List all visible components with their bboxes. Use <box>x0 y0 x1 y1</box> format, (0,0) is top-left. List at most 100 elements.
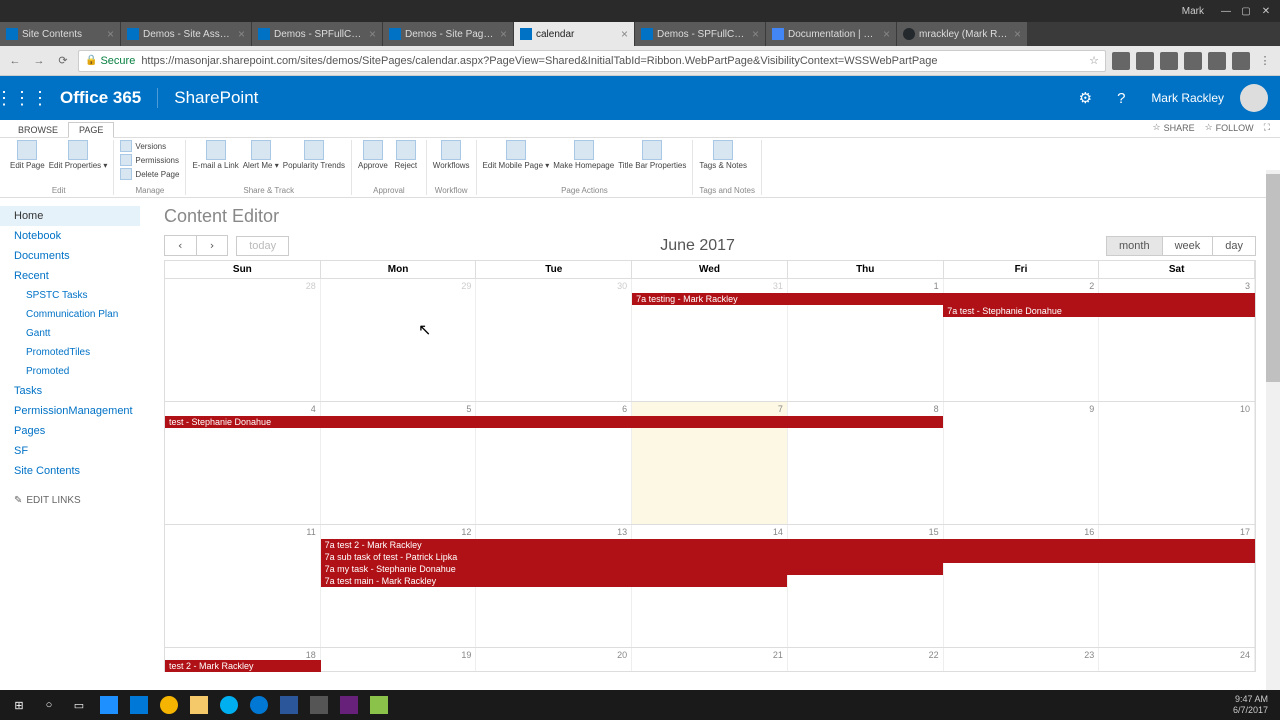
cal-next-button[interactable]: › <box>197 235 229 256</box>
event[interactable]: 7a sub task of test - Patrick Lipka <box>321 551 1255 563</box>
event[interactable]: 7a test 2 - Mark Rackley <box>321 539 1255 551</box>
reload-button[interactable]: ⟳ <box>54 52 72 70</box>
approve-button[interactable]: Approve <box>358 140 388 170</box>
extension-icon[interactable] <box>1136 52 1154 70</box>
delete-page-button[interactable]: Delete Page <box>120 168 179 181</box>
tab-site-pages[interactable]: Demos - Site Pages - Al× <box>383 22 513 46</box>
chrome-icon[interactable] <box>154 690 184 720</box>
follow-button[interactable]: ☆ FOLLOW <box>1205 122 1254 133</box>
extension-icon[interactable] <box>1232 52 1250 70</box>
nav-permission-mgmt[interactable]: PermissionManagement <box>0 401 140 421</box>
tab-site-contents[interactable]: Site Contents× <box>0 22 120 46</box>
reject-button[interactable]: Reject <box>392 140 420 170</box>
nav-pages[interactable]: Pages <box>0 421 140 441</box>
event[interactable]: test 2 - Mark Rackley <box>165 660 321 672</box>
nav-recent[interactable]: Recent <box>0 266 140 286</box>
event[interactable]: test - Stephanie Donahue <box>165 416 943 428</box>
settings-taskbar-icon[interactable] <box>304 690 334 720</box>
close-icon[interactable]: × <box>752 27 759 41</box>
cal-day[interactable]: 24 <box>1099 648 1255 671</box>
system-tray[interactable]: 9:47 AM 6/7/2017 <box>1225 694 1276 716</box>
edge-icon[interactable] <box>124 690 154 720</box>
minimize-button[interactable]: — <box>1216 6 1236 17</box>
ie-icon[interactable] <box>94 690 124 720</box>
close-icon[interactable]: × <box>1014 27 1021 41</box>
nav-promoted-tiles[interactable]: PromotedTiles <box>0 343 140 362</box>
versions-button[interactable]: Versions <box>120 140 179 153</box>
cortana-icon[interactable]: ○ <box>34 690 64 720</box>
cal-week-button[interactable]: week <box>1163 236 1214 256</box>
nav-spstc-tasks[interactable]: SPSTC Tasks <box>0 286 140 305</box>
cal-day[interactable]: 29 <box>321 279 477 401</box>
event[interactable]: 7a test main - Mark Rackley <box>321 575 788 587</box>
maximize-button[interactable]: ▢ <box>1236 6 1256 17</box>
help-icon[interactable]: ? <box>1107 84 1135 112</box>
extension-icon[interactable] <box>1184 52 1202 70</box>
nav-comm-plan[interactable]: Communication Plan <box>0 305 140 324</box>
workflows-button[interactable]: Workflows <box>433 140 470 170</box>
popularity-button[interactable]: Popularity Trends <box>283 140 345 170</box>
explorer-icon[interactable] <box>184 690 214 720</box>
tab-spfullcalendar-2[interactable]: Demos - SPFullCalenda× <box>635 22 765 46</box>
edit-properties-button[interactable]: Edit Properties ▾ <box>49 140 108 170</box>
edit-page-button[interactable]: Edit Page <box>10 140 45 170</box>
nav-tasks[interactable]: Tasks <box>0 381 140 401</box>
permissions-button[interactable]: Permissions <box>120 154 179 167</box>
taskview-icon[interactable]: ▭ <box>64 690 94 720</box>
nav-gantt[interactable]: Gantt <box>0 324 140 343</box>
edit-mobile-button[interactable]: Edit Mobile Page ▾ <box>483 140 550 170</box>
tags-notes-button[interactable]: Tags & Notes <box>699 140 747 170</box>
o365-brand[interactable]: Office 365 <box>44 88 158 108</box>
nav-documents[interactable]: Documents <box>0 246 140 266</box>
focus-icon[interactable]: ⛶ <box>1264 122 1270 133</box>
cal-day-button[interactable]: day <box>1213 236 1256 256</box>
scrollbar[interactable] <box>1266 170 1280 690</box>
tab-spfullcalendar[interactable]: Demos - SPFullCalenda× <box>252 22 382 46</box>
nav-site-contents[interactable]: Site Contents <box>0 461 140 481</box>
make-homepage-button[interactable]: Make Homepage <box>553 140 614 170</box>
skype-biz-icon[interactable] <box>244 690 274 720</box>
tab-github[interactable]: mrackley (Mark Rackle× <box>897 22 1027 46</box>
cal-day[interactable]: 20 <box>476 648 632 671</box>
scrollbar-thumb[interactable] <box>1266 174 1280 382</box>
cal-day[interactable]: 9 <box>944 402 1100 524</box>
close-icon[interactable]: × <box>107 27 114 41</box>
extension-icon[interactable] <box>1208 52 1226 70</box>
nav-home[interactable]: Home <box>0 206 140 226</box>
cal-day[interactable]: 22 <box>788 648 944 671</box>
settings-icon[interactable]: ⚙ <box>1071 84 1099 112</box>
event[interactable]: 7a my task - Stephanie Donahue <box>321 563 943 575</box>
sharepoint-brand[interactable]: SharePoint <box>158 88 274 108</box>
title-bar-props-button[interactable]: Title Bar Properties <box>618 140 686 170</box>
email-link-button[interactable]: E-mail a Link <box>192 140 238 170</box>
bookmark-icon[interactable]: ☆ <box>1089 54 1099 67</box>
close-icon[interactable]: × <box>883 27 890 41</box>
close-icon[interactable]: × <box>500 27 507 41</box>
back-button[interactable]: ← <box>6 52 24 70</box>
event[interactable]: 7a testing - Mark Rackley <box>632 293 1255 305</box>
cal-day[interactable]: 28 <box>165 279 321 401</box>
tab-fullcalendar-docs[interactable]: Documentation | FullC× <box>766 22 896 46</box>
close-icon[interactable]: × <box>238 27 245 41</box>
forward-button[interactable]: → <box>30 52 48 70</box>
cal-today-button[interactable]: today <box>236 236 289 256</box>
ribbon-tab-browse[interactable]: BROWSE <box>8 123 68 137</box>
cal-day[interactable]: 30 <box>476 279 632 401</box>
vs-icon[interactable] <box>334 690 364 720</box>
cal-prev-button[interactable]: ‹ <box>164 235 197 256</box>
ribbon-tab-page[interactable]: PAGE <box>68 122 114 138</box>
word-icon[interactable] <box>274 690 304 720</box>
cal-day[interactable]: 23 <box>944 648 1100 671</box>
cal-month-button[interactable]: month <box>1106 236 1163 256</box>
menu-button[interactable]: ⋮ <box>1256 52 1274 70</box>
start-button[interactable]: ⊞ <box>4 690 34 720</box>
edit-links-button[interactable]: ✎EDIT LINKS <box>0 495 140 506</box>
share-button[interactable]: ☆ SHARE <box>1153 122 1195 133</box>
nav-notebook[interactable]: Notebook <box>0 226 140 246</box>
cal-day[interactable]: 19 <box>321 648 477 671</box>
close-window-button[interactable]: ✕ <box>1256 6 1276 17</box>
tab-calendar[interactable]: calendar× <box>514 22 634 46</box>
skype-icon[interactable] <box>214 690 244 720</box>
camtasia-icon[interactable] <box>364 690 394 720</box>
cal-day[interactable]: 11 <box>165 525 321 647</box>
